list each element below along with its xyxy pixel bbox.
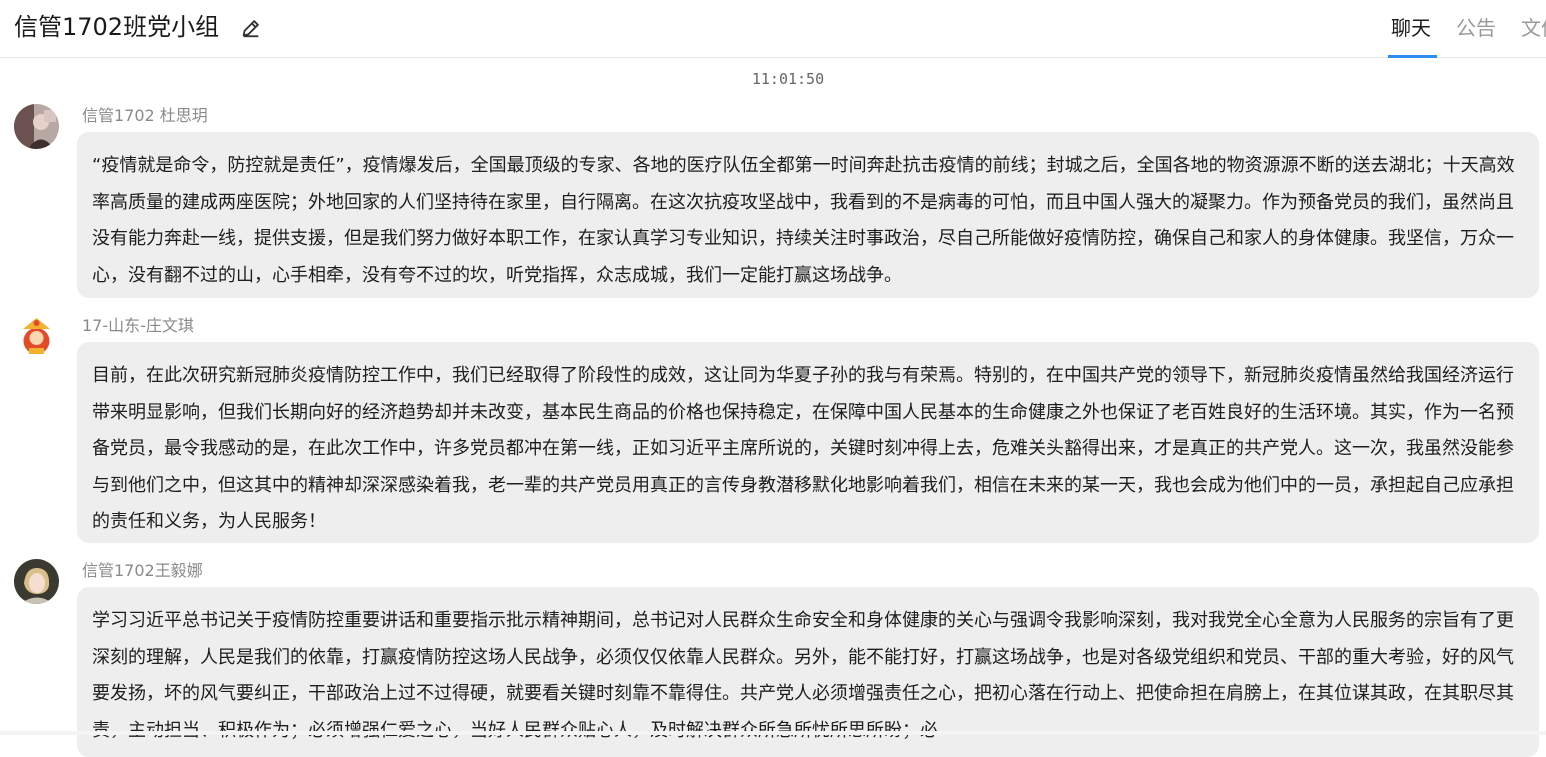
group-title: 信管1702班党小组 <box>14 13 220 41</box>
avatar[interactable] <box>14 104 59 149</box>
message-bubble: 目前，在此次研究新冠肺炎疫情防控工作中，我们已经取得了阶段性的成效，这让同为华夏… <box>77 342 1539 543</box>
tab-files[interactable]: 文件 <box>1521 14 1546 42</box>
message-sender: 信管1702王毅娜 <box>82 561 203 580</box>
avatar-mascot-icon <box>14 314 59 359</box>
tab-announcements[interactable]: 公告 <box>1456 14 1496 42</box>
message-sender: 17-山东-庄文琪 <box>82 316 194 335</box>
edit-pencil-icon[interactable] <box>240 17 262 39</box>
message-sender: 信管1702 杜思玥 <box>82 106 208 125</box>
avatar[interactable] <box>14 314 59 359</box>
avatar-photo-icon <box>14 104 59 149</box>
bottom-edge <box>0 731 1546 735</box>
message-timestamp: 11:01:50 <box>751 70 825 88</box>
tab-bar: 聊天 公告 文件 <box>1388 0 1546 58</box>
avatar-portrait-icon <box>14 559 59 604</box>
avatar[interactable] <box>14 559 59 604</box>
message-bubble: “疫情就是命令，防控就是责任”，疫情爆发后，全国最顶级的专家、各地的医疗队伍全都… <box>77 132 1539 298</box>
chat-header: 信管1702班党小组 聊天 公告 文件 <box>0 0 1546 58</box>
active-tab-indicator <box>1388 55 1437 58</box>
tab-chat[interactable]: 聊天 <box>1391 14 1431 42</box>
